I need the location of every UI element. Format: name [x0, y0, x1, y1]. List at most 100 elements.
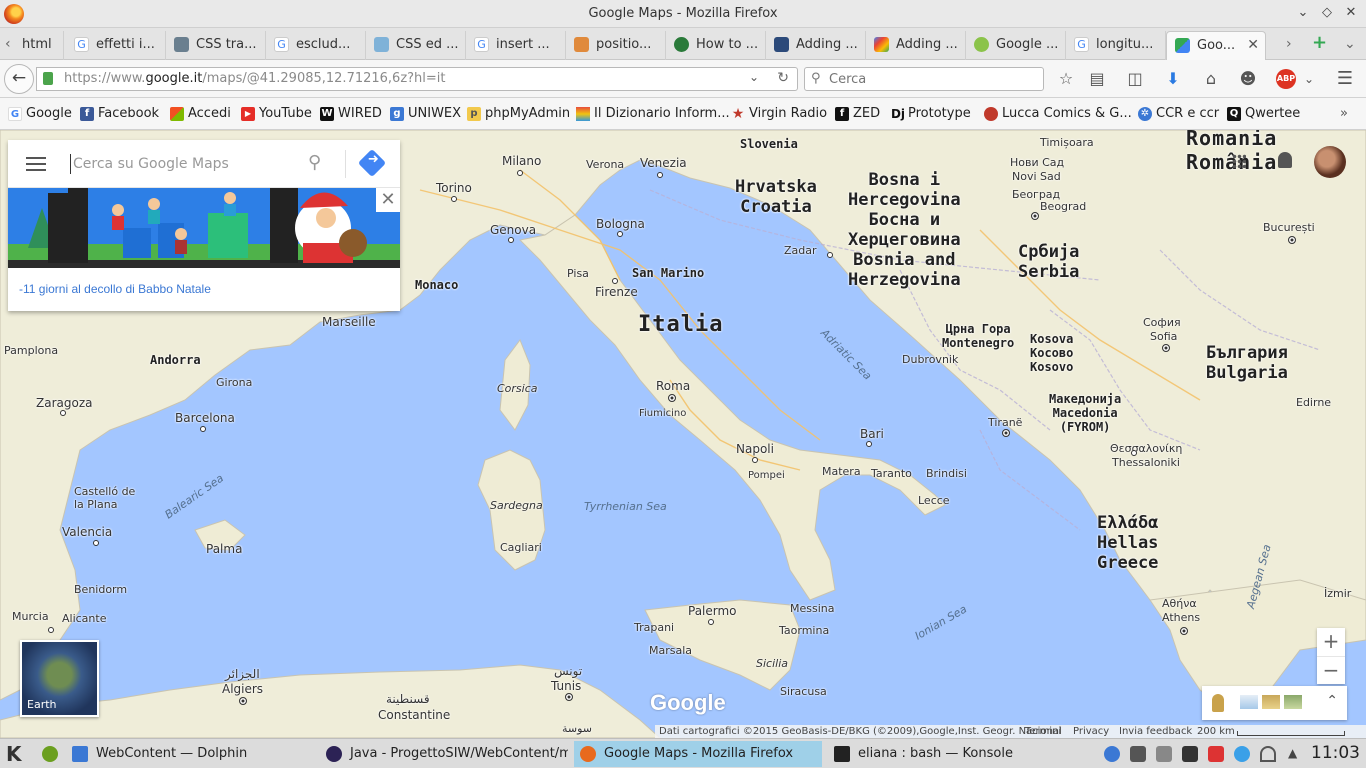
map-label-city: Brindisi: [926, 467, 967, 480]
bookmark-zed[interactable]: f ZED: [835, 106, 880, 121]
map-label-city: Taranto: [871, 467, 912, 480]
chat-icon[interactable]: ☻: [1237, 69, 1259, 89]
expand-layers-icon[interactable]: ⌃: [1326, 693, 1338, 709]
map-canvas[interactable]: Italia Hrvatska Croatia Bosna i Hercegov…: [0, 130, 1366, 738]
bookmark-virgin-radio[interactable]: ★ Virgin Radio: [731, 106, 827, 121]
bookmark-accedi[interactable]: Accedi: [170, 106, 231, 121]
search-bar[interactable]: ⚲: [804, 67, 1044, 91]
capital-marker: [668, 394, 676, 402]
maps-menu-icon[interactable]: [26, 157, 46, 171]
tab-scroll-left-icon[interactable]: ‹: [5, 36, 11, 52]
url-bar[interactable]: https://www.google.it/maps/@41.29085,12.…: [36, 67, 798, 91]
tab-2[interactable]: Geffetti i...: [66, 31, 166, 60]
tab-3[interactable]: CSS tra...: [166, 31, 266, 60]
tab-12[interactable]: Glongitu...: [1066, 31, 1166, 60]
map-label-city: Benidorm: [74, 583, 128, 596]
back-button[interactable]: ←: [4, 64, 34, 94]
close-window-icon[interactable]: ✕: [1342, 5, 1360, 20]
maps-search-input[interactable]: [70, 154, 290, 174]
layer-thumb-icon[interactable]: [1240, 695, 1258, 709]
map-label-city: Algiers: [222, 682, 264, 696]
adblock-icon[interactable]: ABP: [1276, 69, 1296, 89]
task-eclipse[interactable]: Java - ProgettoSIW/WebContent/m: [320, 741, 568, 767]
santa-countdown-link[interactable]: -11 giorni al decollo di Babbo Natale: [19, 282, 211, 296]
bookmark-label: Accedi: [188, 106, 231, 121]
home-icon[interactable]: ⌂: [1200, 69, 1222, 89]
skype-icon[interactable]: [1234, 746, 1250, 762]
layer-thumb-icon[interactable]: [1262, 695, 1280, 709]
tray-expand-icon[interactable]: ▲: [1288, 746, 1304, 762]
tab-label: esclud...: [296, 37, 351, 52]
adblock-dropdown-icon[interactable]: ⌄: [1298, 69, 1320, 89]
eclipse-icon: [326, 746, 342, 762]
feedback-link[interactable]: Invia feedback: [1119, 726, 1192, 737]
downloads-icon[interactable]: ⬇: [1162, 69, 1184, 89]
apps-grid-icon[interactable]: [1232, 154, 1246, 168]
tab-scroll-right-icon[interactable]: ›: [1286, 36, 1292, 52]
notifications-bell-icon[interactable]: [1278, 152, 1292, 168]
tab-google-maps[interactable]: Goo... ✕: [1166, 31, 1266, 60]
layer-thumb-icon[interactable]: [1284, 695, 1302, 709]
avatar[interactable]: [1314, 146, 1346, 178]
reload-icon[interactable]: ↻: [777, 70, 789, 86]
bookmark-wired[interactable]: W WIRED: [320, 106, 382, 121]
tab-9[interactable]: Adding ...: [766, 31, 866, 60]
map-label-city: Pisa: [567, 267, 589, 280]
clock[interactable]: 11:03: [1311, 743, 1360, 763]
calendar-icon[interactable]: [1156, 746, 1172, 762]
maximize-icon[interactable]: ◇: [1318, 5, 1336, 20]
tab-7[interactable]: positio...: [566, 31, 666, 60]
bookmark-lucca-comics[interactable]: Lucca Comics & G...: [984, 106, 1132, 121]
battery-icon[interactable]: [1182, 746, 1198, 762]
task-firefox[interactable]: Google Maps - Mozilla Firefox: [574, 741, 822, 767]
reading-list-icon[interactable]: ▤: [1086, 69, 1108, 89]
volume-icon[interactable]: [1208, 746, 1224, 762]
privacy-link[interactable]: Privacy: [1073, 726, 1109, 737]
santa-tracker-doodle[interactable]: ✕: [8, 188, 400, 268]
bookmark-uniwex[interactable]: g UNIWEX: [390, 106, 461, 121]
clipboard-icon[interactable]: [1130, 746, 1146, 762]
search-icon[interactable]: ⚲: [308, 152, 321, 173]
tab-8[interactable]: How to ...: [666, 31, 766, 60]
bookmark-prototype[interactable]: Dj Prototype: [890, 106, 971, 121]
menu-icon[interactable]: ☰: [1334, 69, 1356, 89]
tab-11[interactable]: Google ...: [966, 31, 1066, 60]
terms-link[interactable]: Termini: [1025, 726, 1061, 737]
bookmark-youtube[interactable]: ▶ YouTube: [241, 106, 312, 121]
network-icon[interactable]: [1104, 746, 1120, 762]
tab-1[interactable]: html: [14, 31, 64, 60]
bookmark-phpmyadmin[interactable]: p phpMyAdmin: [467, 106, 570, 121]
new-tab-icon[interactable]: +: [1312, 32, 1327, 53]
tab-10[interactable]: Adding ...: [866, 31, 966, 60]
task-konsole[interactable]: eliana : bash — Konsole: [828, 741, 1076, 767]
tab-list-icon[interactable]: ⌄: [1344, 36, 1356, 52]
url-history-dropdown-icon[interactable]: ⌄: [749, 70, 759, 84]
close-doodle-icon[interactable]: ✕: [376, 188, 400, 212]
url-text[interactable]: https://www.google.it/maps/@41.29085,12.…: [64, 71, 446, 86]
map-label-country: Црна Гора Montenegro: [942, 322, 1015, 350]
bookmark-dizionario[interactable]: Il Dizionario Inform...: [576, 106, 730, 121]
bookmarks-overflow-icon[interactable]: »: [1340, 106, 1348, 121]
pocket-icon[interactable]: ◫: [1124, 69, 1146, 89]
zoom-out-button[interactable]: −: [1317, 656, 1345, 684]
tab-4[interactable]: Gesclud...: [266, 31, 366, 60]
bookmark-google[interactable]: G Google: [8, 106, 72, 121]
bookmark-qwertee[interactable]: Q Qwertee: [1227, 106, 1300, 121]
minimize-icon[interactable]: ⌄: [1294, 5, 1312, 20]
close-tab-icon[interactable]: ✕: [1247, 32, 1259, 59]
kde-launcher-icon[interactable]: K: [6, 742, 22, 766]
bookmark-ccr[interactable]: ✲ CCR e ccr: [1138, 106, 1219, 121]
bookmark-facebook[interactable]: f Facebook: [80, 106, 159, 121]
task-dolphin[interactable]: WebContent — Dolphin: [66, 741, 314, 767]
pegman-icon[interactable]: [1212, 694, 1224, 712]
bookmark-star-icon[interactable]: ☆: [1055, 69, 1077, 89]
search-input[interactable]: [829, 70, 1039, 88]
tab-6[interactable]: Ginsert ...: [466, 31, 566, 60]
tab-5[interactable]: CSS ed ...: [366, 31, 466, 60]
zoom-in-button[interactable]: +: [1317, 628, 1345, 656]
bookmark-label: Qwertee: [1245, 106, 1301, 121]
earth-view-toggle[interactable]: Earth: [20, 640, 99, 717]
spotify-icon[interactable]: [42, 746, 58, 762]
wifi-icon[interactable]: [1260, 746, 1276, 762]
directions-icon[interactable]: [357, 148, 387, 178]
